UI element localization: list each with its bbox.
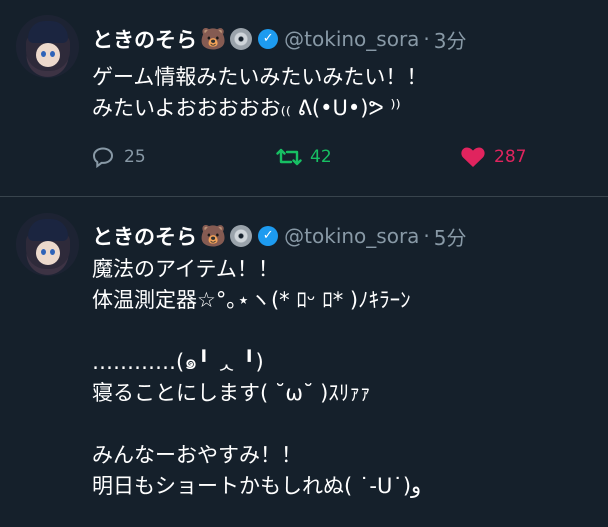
retweet-icon [276, 148, 302, 166]
tweet-line: 寝ることにします( ˘ω˘ )ｽﾘｧｧ [92, 381, 371, 405]
user-handle[interactable]: @tokino_sora [284, 224, 419, 248]
display-name[interactable]: ときのそら [92, 24, 197, 54]
tweet-line: 明日もショートかもしれぬ( ˙-ᑌ˙)و [92, 474, 422, 498]
avatar[interactable] [16, 213, 79, 276]
reply-count: 25 [124, 147, 146, 167]
tweet-line: みたいよおおおおお₍₍ ᕕ(•ᑌ•)ᕗ ⁾⁾ [92, 96, 401, 120]
tweet-1[interactable]: ときのそら 🐻 ✓ @tokino_sora · 3分 ゲーム情報みたいみたいみ… [0, 0, 608, 197]
verified-badge-icon: ✓ [258, 29, 279, 49]
tweet-2[interactable]: ときのそら 🐻 ✓ @tokino_sora · 5分 魔法のアイテム！！ 体温… [0, 197, 608, 527]
separator-dot: · [423, 224, 430, 248]
disc-icon [230, 225, 253, 247]
reply-button[interactable]: 25 [92, 146, 146, 168]
timestamp[interactable]: 5分 [434, 222, 467, 251]
display-name[interactable]: ときのそら [92, 221, 197, 251]
bear-emoji-icon: 🐻 [200, 26, 227, 51]
like-count: 287 [494, 147, 527, 167]
disc-icon [230, 28, 253, 50]
tweet-line: 体温測定器☆°｡⋆ヽ(* ﾛᵕ ﾛ* )ﾉｷﾗｰﾝ [92, 288, 411, 312]
tweet-text: ゲーム情報みたいみたいみたい！！ みたいよおおおおお₍₍ ᕕ(•ᑌ•)ᕗ ⁾⁾ [92, 62, 427, 124]
like-button[interactable]: 287 [460, 146, 526, 168]
tweet-actions: 25 42 287 [92, 146, 592, 174]
user-handle[interactable]: @tokino_sora [284, 27, 419, 51]
heart-icon [461, 147, 485, 167]
tweet-line: …………(๑╹ ᆺ ╹) [92, 350, 264, 374]
tweet-line: ゲーム情報みたいみたいみたい！！ [92, 65, 428, 89]
timestamp[interactable]: 3分 [434, 25, 467, 54]
tweet-line: 魔法のアイテム！！ [92, 257, 279, 281]
tweet-header: ときのそら 🐻 ✓ @tokino_sora · 5分 [92, 222, 467, 250]
verified-badge-icon: ✓ [258, 226, 279, 246]
tweet-line: みんなーおやすみ！！ [92, 443, 302, 467]
retweet-count: 42 [310, 147, 332, 167]
tweet-header: ときのそら 🐻 ✓ @tokino_sora · 3分 [92, 25, 467, 53]
avatar[interactable] [16, 15, 79, 78]
bear-emoji-icon: 🐻 [200, 223, 227, 248]
tweet-text: 魔法のアイテム！！ 体温測定器☆°｡⋆ヽ(* ﾛᵕ ﾛ* )ﾉｷﾗｰﾝ …………… [92, 254, 421, 502]
retweet-button[interactable]: 42 [276, 146, 332, 168]
separator-dot: · [423, 27, 430, 51]
reply-icon [92, 147, 114, 168]
